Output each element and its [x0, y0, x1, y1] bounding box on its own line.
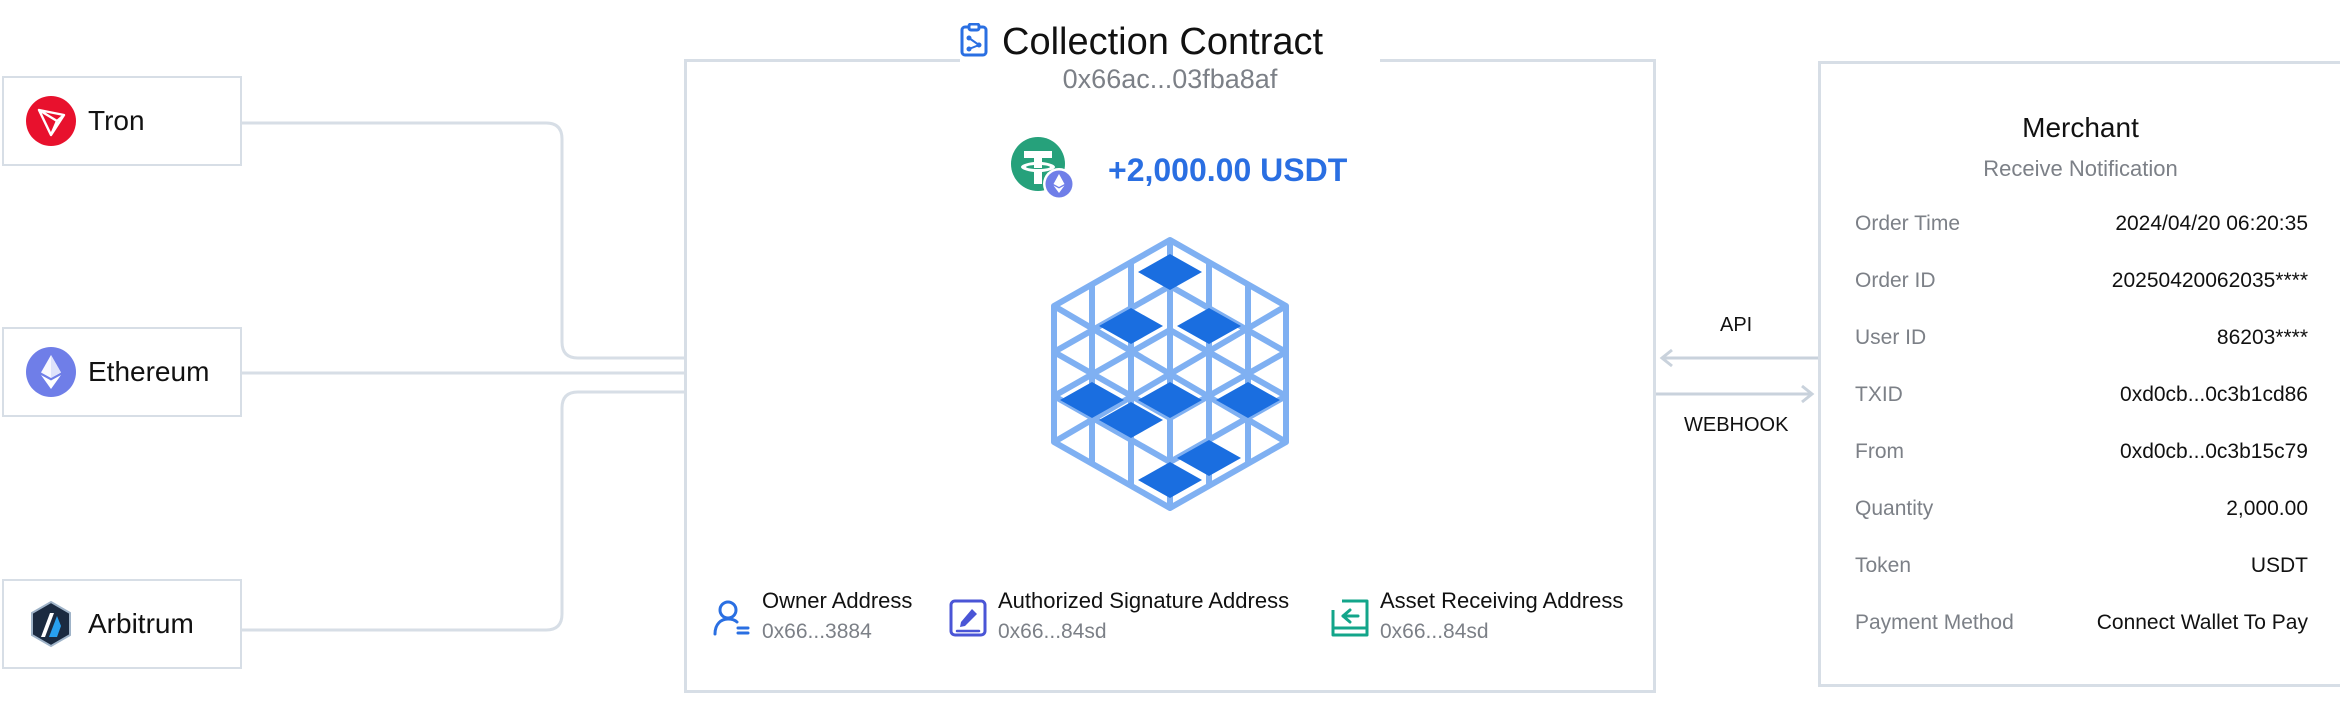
authorized-signature-address-item: Authorized Signature Address 0x66...84sd	[948, 588, 1289, 644]
ethereum-logo-icon	[26, 347, 76, 397]
field-value: USDT	[2250, 554, 2308, 577]
field-row-order-time: Order Time 2024/04/20 06:20:35	[1855, 212, 2308, 236]
field-key: User ID	[1855, 326, 1927, 349]
field-value: 20250420062035****	[2111, 269, 2308, 292]
chain-name-arbitrum: Arbitrum	[88, 608, 194, 639]
authorized-signature-address-value: 0x66...84sd	[998, 620, 1107, 643]
owner-address-item: Owner Address 0x66...3884	[712, 588, 912, 644]
asset-receiving-address-value: 0x66...84sd	[1380, 620, 1489, 643]
field-key: Token	[1855, 554, 1912, 577]
webhook-arrow	[1656, 384, 1815, 404]
chain-card-ethereum[interactable]: Ethereum	[2, 327, 242, 417]
tether-usdt-icon	[1010, 134, 1082, 207]
field-value: 0xd0cb...0c3b1cd86	[2120, 383, 2308, 406]
hexagon-cube-grid-icon	[1051, 237, 1289, 511]
signature-pen-icon	[948, 598, 988, 638]
field-row-from: From 0xd0cb...0c3b15c79	[1855, 440, 2308, 464]
field-key: From	[1855, 440, 1904, 463]
field-row-payment-method: Payment Method Connect Wallet To Pay	[1855, 611, 2308, 635]
asset-receiving-address-item: Asset Receiving Address 0x66...84sd	[1330, 588, 1623, 644]
api-arrow	[1659, 348, 1818, 368]
tron-connector-line	[242, 121, 684, 360]
field-row-quantity: Quantity 2,000.00	[1855, 497, 2308, 521]
contract-title: Collection Contract	[1002, 20, 1324, 63]
owner-user-icon	[712, 598, 752, 638]
field-row-txid: TXID 0xd0cb...0c3b1cd86	[1855, 383, 2308, 407]
field-key: Quantity	[1855, 497, 1934, 520]
owner-address-value: 0x66...3884	[762, 620, 872, 643]
field-value: 2024/04/20 06:20:35	[2115, 212, 2308, 235]
field-key: Payment Method	[1855, 611, 2014, 634]
chain-name-tron: Tron	[88, 105, 145, 136]
deposit-amount: +2,000.00 USDT	[1108, 151, 1348, 188]
contract-title-group: Collection Contract	[960, 14, 1380, 70]
contract-address: 0x66ac...03fba8af	[1062, 64, 1278, 94]
api-label: API	[1720, 314, 1753, 336]
arbitrum-connector-line	[242, 390, 684, 632]
arbitrum-logo-icon	[26, 599, 76, 649]
chain-card-tron[interactable]: Tron	[2, 76, 242, 166]
field-key: Order Time	[1855, 212, 1961, 235]
field-value: 0xd0cb...0c3b15c79	[2120, 440, 2308, 463]
tron-logo-icon	[26, 96, 76, 146]
field-key: TXID	[1855, 383, 1903, 406]
contract-document-icon	[960, 22, 988, 62]
chain-name-ethereum: Ethereum	[88, 356, 210, 387]
webhook-label: WEBHOOK	[1684, 414, 1789, 436]
field-value: 86203****	[2216, 326, 2308, 349]
asset-receiving-address-label: Asset Receiving Address	[1380, 588, 1624, 613]
field-row-token: Token USDT	[1855, 554, 2308, 578]
authorized-signature-address-label: Authorized Signature Address	[998, 588, 1290, 613]
field-value: 2,000.00	[2226, 497, 2308, 520]
merchant-subtitle: Receive Notification	[1983, 156, 2178, 181]
field-row-user-id: User ID 86203****	[1855, 326, 2308, 350]
field-key: Order ID	[1855, 269, 1936, 292]
receive-box-icon	[1330, 598, 1370, 638]
owner-address-label: Owner Address	[762, 588, 913, 613]
chain-card-arbitrum[interactable]: Arbitrum	[2, 579, 242, 669]
merchant-panel: Merchant Receive Notification Order Time…	[1818, 61, 2340, 687]
merchant-title: Merchant	[2022, 112, 2139, 143]
field-value: Connect Wallet To Pay	[2096, 611, 2308, 634]
deposit-group: +2,000.00 USDT	[1010, 135, 1347, 205]
api-webhook-arrows	[1656, 348, 1818, 404]
field-row-order-id: Order ID 20250420062035****	[1855, 269, 2308, 293]
